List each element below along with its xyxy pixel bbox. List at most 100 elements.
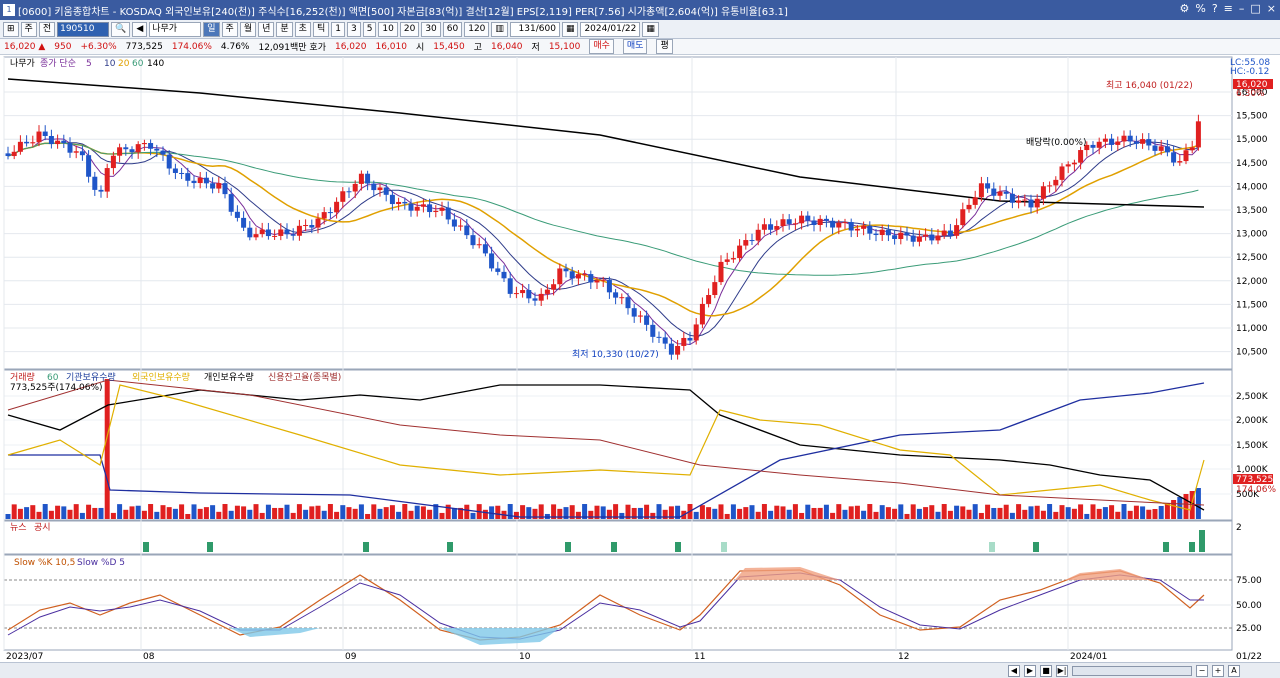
current-price: 16,020 ▲ (4, 41, 46, 52)
close-icon[interactable]: × (1267, 2, 1276, 15)
news-bar (989, 542, 995, 552)
minute-60[interactable]: 60 (442, 21, 463, 37)
count-field[interactable]: 131/600 (509, 21, 560, 37)
flat-button[interactable]: 평 (656, 39, 673, 54)
tab-minute[interactable]: 분 (276, 21, 293, 37)
volume-bar (371, 504, 377, 519)
volume-bar (997, 507, 1003, 519)
candle-body (656, 336, 662, 338)
zoom-out-icon[interactable]: − (1196, 664, 1208, 677)
candle-body (210, 183, 216, 189)
bar-chart-icon[interactable]: ▥ (491, 21, 508, 37)
candle-body (36, 131, 42, 143)
candle-body (923, 234, 929, 237)
tab-tick[interactable]: 틱 (312, 21, 330, 37)
stop-icon[interactable]: ■ (1040, 664, 1052, 677)
search-icon[interactable]: 🔍 (111, 21, 131, 37)
zoom-in-icon[interactable]: + (1212, 664, 1224, 677)
x-axis-label: 01/22 (1236, 652, 1262, 662)
sell-button[interactable]: 매도 (622, 39, 648, 54)
end-icon[interactable]: ▶| (1056, 664, 1068, 677)
status-bar: ◀ ▶ ■ ▶| − + A (0, 662, 1280, 678)
candle-body (228, 194, 234, 212)
minute-10[interactable]: 10 (378, 21, 398, 37)
candle-body (117, 147, 123, 156)
candle-body (445, 207, 451, 220)
stock-chart[interactable]: 16,00015,50015,00014,50014,00013,50013,0… (0, 55, 1280, 662)
stock-code-input[interactable]: 190510 (57, 21, 110, 37)
volume-bar (755, 511, 761, 519)
minute-3[interactable]: 3 (346, 21, 361, 37)
candle-body (507, 278, 513, 294)
prev-button[interactable]: 전 (38, 21, 56, 37)
candle-body (129, 149, 135, 153)
volume-bar (92, 507, 98, 519)
volume-bar (104, 379, 110, 519)
volume-bar (1195, 488, 1201, 519)
grid-icon[interactable]: ▦ (561, 21, 579, 37)
scroll-left-icon[interactable]: ◀ (1008, 664, 1020, 677)
volume-bar (768, 510, 774, 519)
candle-body (458, 225, 464, 227)
favorite-icon[interactable]: ◀ (132, 21, 148, 37)
minute-20[interactable]: 20 (399, 21, 420, 37)
volume-bar (185, 513, 191, 519)
price-axis-label: 11,500 (1236, 300, 1268, 310)
volume-bar (1009, 512, 1015, 519)
candle-body (420, 204, 426, 207)
restore-icon[interactable]: □ (1250, 2, 1260, 15)
tab-day[interactable]: 일 (203, 21, 220, 37)
minimize-icon[interactable]: – (1239, 2, 1245, 15)
candle-body (451, 219, 457, 227)
vol-axis-label: 2,000K (1236, 416, 1269, 426)
volume-bar (228, 510, 234, 519)
candle-body (941, 230, 947, 236)
stock-name-field[interactable]: 나무가 (149, 21, 202, 37)
volume-bar (1071, 508, 1077, 519)
calendar-icon[interactable]: ▦ (642, 21, 659, 37)
candle-body (42, 131, 48, 136)
tab-week[interactable]: 주 (221, 21, 238, 37)
candle-body (110, 155, 116, 169)
candle-body (253, 234, 259, 238)
tab-year[interactable]: 년 (258, 21, 275, 37)
volume-bar (1034, 505, 1040, 519)
candle-body (402, 201, 408, 204)
tab-second[interactable]: 초 (294, 21, 311, 37)
volume-bar (427, 509, 433, 519)
pin-icon[interactable]: ≡ (1224, 2, 1233, 15)
volume-bar (916, 508, 922, 519)
candle-body (997, 191, 1003, 196)
candle-body (805, 215, 811, 221)
date-field[interactable]: 2024/01/22 (580, 21, 641, 37)
minute-120[interactable]: 120 (464, 21, 490, 37)
candle-body (154, 148, 160, 151)
scroll-right-icon[interactable]: ▶ (1024, 664, 1036, 677)
link-icon[interactable]: % (1195, 2, 1205, 15)
volume-bar (693, 511, 699, 519)
font-icon[interactable]: A (1228, 664, 1240, 677)
volume-bar (1028, 506, 1034, 519)
dividend-note: 배당락(0.00%) (1026, 136, 1086, 148)
tab-month[interactable]: 월 (239, 21, 257, 37)
minute-30[interactable]: 30 (421, 21, 441, 37)
volume-bar (805, 504, 811, 519)
period-select[interactable]: 주 (20, 21, 37, 37)
candle-body (135, 144, 141, 153)
scrollbar[interactable] (1072, 665, 1192, 676)
help-icon[interactable]: ? (1212, 2, 1218, 15)
candle-body (309, 225, 315, 228)
candle-body (197, 177, 203, 184)
settings-icon[interactable]: ⚙ (1179, 2, 1189, 15)
candle-body (526, 290, 532, 299)
candle-body (1065, 164, 1071, 167)
candle-body (464, 225, 470, 236)
chart-type-icon[interactable]: ⊞ (3, 21, 19, 37)
buy-button[interactable]: 매수 (589, 39, 614, 54)
stoch-axis-label: 25.00 (1236, 624, 1262, 634)
minute-1[interactable]: 1 (331, 21, 345, 37)
minute-5[interactable]: 5 (362, 21, 377, 37)
candle-body (743, 240, 749, 246)
low-price: 15,100 (548, 41, 581, 52)
volume-bar (706, 507, 712, 519)
